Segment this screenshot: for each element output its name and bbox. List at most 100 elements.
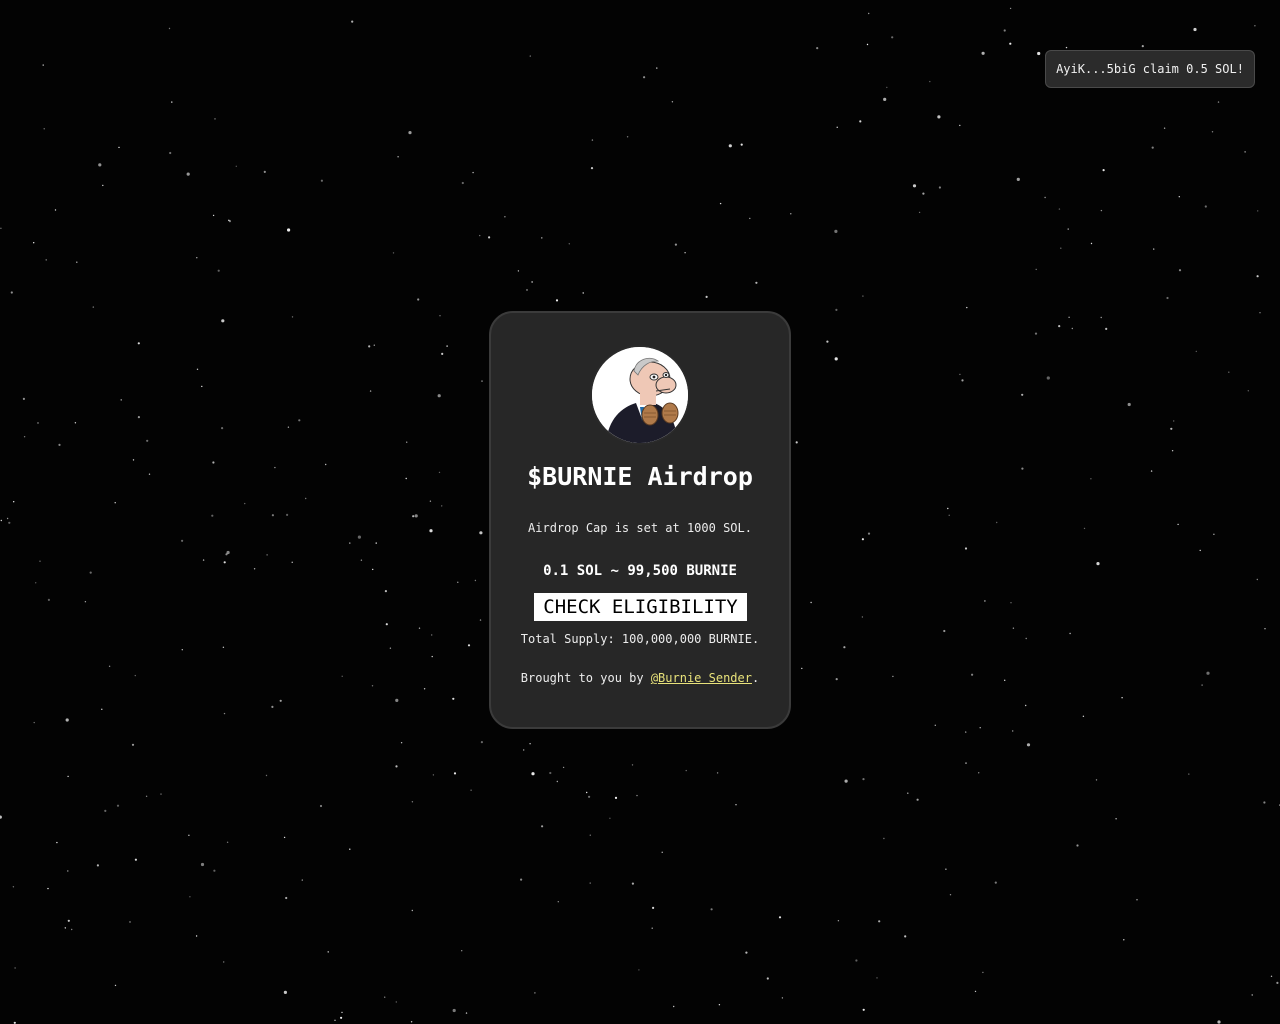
star <box>327 951 329 953</box>
star <box>0 815 2 819</box>
star <box>1193 27 1197 32</box>
star <box>1166 296 1169 300</box>
burnie-sender-link[interactable]: @Burnie Sender <box>651 671 752 685</box>
star <box>934 724 936 726</box>
star <box>866 43 869 46</box>
star <box>0 227 2 229</box>
star <box>862 778 865 781</box>
star <box>74 422 77 424</box>
star <box>886 86 888 89</box>
star <box>718 1004 721 1006</box>
star <box>1009 7 1012 10</box>
star <box>938 186 942 189</box>
star <box>1012 730 1014 732</box>
star <box>395 698 399 703</box>
star <box>37 422 39 424</box>
star <box>1003 29 1006 32</box>
star <box>131 743 135 746</box>
star <box>1095 779 1098 781</box>
star <box>98 163 102 167</box>
star <box>966 306 968 309</box>
star <box>766 977 769 980</box>
star <box>96 864 99 867</box>
star <box>531 281 533 283</box>
star <box>557 901 559 903</box>
star <box>922 192 925 195</box>
star <box>134 858 137 861</box>
star <box>325 463 327 466</box>
star <box>340 1016 343 1019</box>
star <box>586 791 588 794</box>
star <box>452 1008 456 1013</box>
star <box>221 319 225 323</box>
star <box>287 228 291 232</box>
star <box>1060 247 1062 249</box>
page-title: $BURNIE Airdrop <box>527 462 753 491</box>
star <box>523 749 525 751</box>
star <box>945 868 947 870</box>
check-eligibility-button[interactable]: CHECK ELIGIBILITY <box>534 593 747 621</box>
star <box>201 385 203 388</box>
star <box>904 935 907 938</box>
star <box>843 646 846 649</box>
star <box>235 165 237 167</box>
star <box>1004 679 1006 681</box>
star <box>1076 844 1079 847</box>
star <box>1046 376 1050 380</box>
star <box>457 581 459 583</box>
star <box>1105 327 1108 330</box>
star <box>171 101 173 103</box>
star <box>719 202 722 205</box>
star <box>226 550 230 555</box>
star <box>371 685 374 687</box>
star <box>614 796 618 800</box>
airdrop-card: $BURNIE Airdrop Airdrop Cap is set at 10… <box>489 311 791 729</box>
star <box>212 214 215 217</box>
star <box>883 97 887 101</box>
star <box>589 882 591 884</box>
star <box>446 345 448 347</box>
star <box>778 916 782 919</box>
star <box>1058 208 1061 210</box>
star <box>429 500 432 502</box>
star <box>638 969 640 971</box>
star <box>283 836 286 839</box>
star <box>1256 578 1259 581</box>
star <box>71 928 73 931</box>
star <box>834 229 838 233</box>
star <box>582 292 584 294</box>
star <box>1153 248 1155 250</box>
star <box>369 390 372 392</box>
star <box>549 771 552 775</box>
star <box>108 665 111 667</box>
star <box>862 1008 865 1011</box>
star <box>286 513 289 517</box>
star <box>168 27 171 30</box>
star <box>45 259 47 261</box>
star <box>132 459 135 461</box>
star <box>878 920 881 923</box>
star <box>39 560 41 562</box>
star <box>202 559 205 561</box>
star <box>389 647 392 649</box>
star <box>755 281 758 284</box>
star <box>411 801 414 803</box>
star <box>22 397 25 400</box>
star <box>452 697 455 700</box>
star <box>918 211 921 214</box>
star <box>1068 316 1070 318</box>
star <box>114 984 117 987</box>
star <box>169 151 172 155</box>
star <box>47 887 49 890</box>
star <box>479 234 481 237</box>
star <box>1123 939 1125 941</box>
star <box>1170 427 1173 430</box>
star <box>1254 25 1256 27</box>
star <box>414 514 418 518</box>
star <box>188 834 190 836</box>
star <box>397 156 399 158</box>
star <box>349 848 351 850</box>
star <box>148 473 151 475</box>
star <box>735 804 737 806</box>
star <box>1228 371 1230 373</box>
